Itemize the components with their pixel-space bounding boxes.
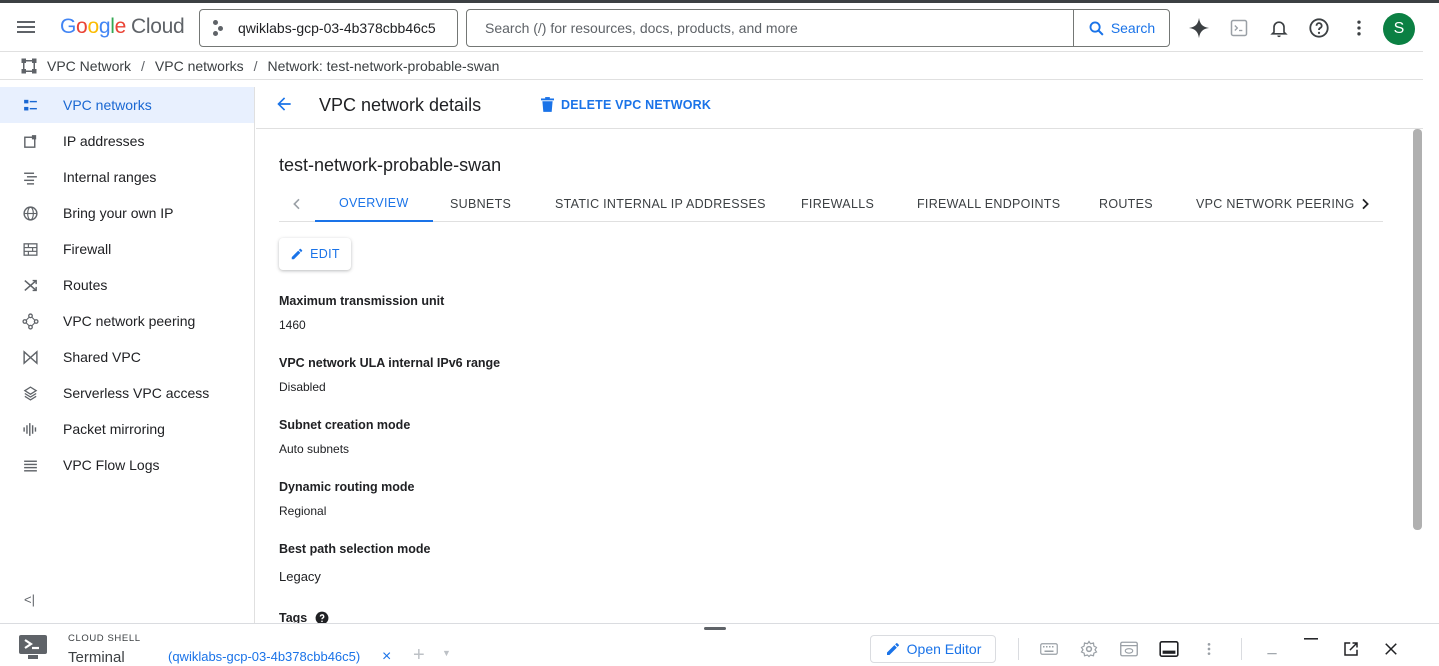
divider <box>1018 638 1019 660</box>
more-vert-icon[interactable] <box>1199 640 1219 658</box>
firewall-icon <box>23 243 38 256</box>
add-tab-button[interactable]: + <box>413 644 425 666</box>
restore-icon[interactable] <box>1301 634 1321 652</box>
cloud-shell-title: Terminal <box>68 649 125 666</box>
page-header: VPC network details DELETE VPC NETWORK <box>256 80 1423 129</box>
tab-routes[interactable]: ROUTES <box>1099 186 1153 221</box>
serverless-icon <box>23 386 38 401</box>
property-subnet-creation-mode: Subnet creation mode Auto subnets <box>279 418 411 456</box>
tab-firewall-endpoints[interactable]: FIREWALL ENDPOINTS <box>917 186 1060 221</box>
peering-icon <box>22 313 39 330</box>
breadcrumb-current-name: test-network-probable-swan <box>326 57 500 74</box>
vpc-network-icon <box>21 58 37 73</box>
property-tags: Tags <box>279 611 329 623</box>
sidebar-item-ip-addresses[interactable]: IP addresses <box>0 123 254 159</box>
property-mtu: Maximum transmission unit 1460 <box>279 294 445 332</box>
help-icon[interactable] <box>1307 16 1331 40</box>
routes-icon <box>24 279 37 292</box>
flow-logs-icon <box>24 460 37 472</box>
project-name: qwiklabs-gcp-03-4b378cbb46c5 <box>238 20 436 36</box>
sidebar-item-vpc-network-peering[interactable]: VPC network peering <box>0 303 254 339</box>
close-tab-icon[interactable]: × <box>382 648 391 666</box>
sidebar-item-bring-your-own-ip[interactable]: Bring your own IP <box>0 195 254 231</box>
close-icon[interactable] <box>1381 640 1401 658</box>
help-icon[interactable] <box>315 611 329 623</box>
sidebar-item-routes[interactable]: Routes <box>0 267 254 303</box>
breadcrumb-current-prefix: Network: <box>267 57 323 74</box>
minimize-panel-icon[interactable] <box>1159 640 1179 658</box>
search-button[interactable]: Search <box>1073 10 1169 46</box>
minimize-icon[interactable] <box>1262 640 1282 658</box>
sidebar-item-serverless-vpc-access[interactable]: Serverless VPC access <box>0 375 254 411</box>
main-content: VPC network details DELETE VPC NETWORK t… <box>256 80 1423 623</box>
chevron-right-icon <box>1362 198 1369 209</box>
pencil-icon <box>291 248 303 260</box>
cloud-shell-bar: CLOUD SHELL Terminal (qwiklabs-gcp-03-4b… <box>0 623 1439 666</box>
tab-scroll-right-button[interactable] <box>1347 186 1383 221</box>
globe-icon <box>23 206 38 221</box>
tab-vpc-network-peering[interactable]: VPC NETWORK PEERING <box>1196 186 1355 221</box>
property-ula-ipv6-range: VPC network ULA internal IPv6 range Disa… <box>279 356 501 394</box>
back-arrow-icon[interactable] <box>274 94 294 114</box>
tab-static-internal-ip-addresses[interactable]: STATIC INTERNAL IP ADDRESSES <box>555 186 766 221</box>
pencil-icon <box>886 643 899 655</box>
terminal-tab[interactable]: (qwiklabs-gcp-03-4b378cbb46c5) <box>168 649 360 664</box>
open-editor-button[interactable]: Open Editor <box>870 635 996 663</box>
cloud-shell-logo-icon <box>19 635 47 659</box>
sidebar-item-vpc-flow-logs[interactable]: VPC Flow Logs <box>0 447 254 483</box>
shared-vpc-icon <box>23 350 38 365</box>
property-dynamic-routing-mode: Dynamic routing mode Regional <box>279 480 415 518</box>
project-icon <box>212 19 230 37</box>
avatar[interactable]: S <box>1383 13 1415 45</box>
collapse-sidebar-button[interactable]: <| <box>24 592 35 607</box>
chevron-left-icon <box>293 198 300 209</box>
divider <box>1241 638 1242 660</box>
tab-subnets[interactable]: SUBNETS <box>450 186 511 221</box>
sidebar-item-vpc-networks[interactable]: VPC networks <box>0 87 254 123</box>
breadcrumb-vpc-network[interactable]: VPC Network <box>47 58 131 74</box>
keyboard-icon[interactable] <box>1039 640 1059 658</box>
resize-handle[interactable] <box>704 627 726 630</box>
sidebar-item-shared-vpc[interactable]: Shared VPC <box>0 339 254 375</box>
top-bar: Google Cloud qwiklabs-gcp-03-4b378cbb46c5… <box>0 3 1439 51</box>
sidebar-item-packet-mirroring[interactable]: Packet mirroring <box>0 411 254 447</box>
sidebar: VPC networks IP addresses Internal range… <box>0 87 255 623</box>
ip-addresses-icon <box>24 135 37 148</box>
settings-icon[interactable] <box>1079 640 1099 658</box>
search-icon <box>1089 21 1104 36</box>
open-in-new-window-icon[interactable] <box>1341 640 1361 658</box>
tab-overview[interactable]: OVERVIEW <box>315 186 433 222</box>
breadcrumb-separator: / <box>141 57 145 74</box>
internal-ranges-icon <box>24 172 37 185</box>
search-input[interactable]: Search (/) for resources, docs, products… <box>467 20 1073 36</box>
trash-icon <box>541 97 554 112</box>
tab-bar: OVERVIEW SUBNETS STATIC INTERNAL IP ADDR… <box>279 186 1383 222</box>
cloud-shell-icon[interactable] <box>1227 16 1251 40</box>
search-box[interactable]: Search (/) for resources, docs, products… <box>466 9 1170 47</box>
packet-mirroring-icon <box>23 423 37 436</box>
breadcrumb-vpc-networks[interactable]: VPC networks <box>155 58 244 74</box>
tab-scroll-left-button[interactable] <box>279 186 315 221</box>
google-cloud-logo[interactable]: Google Cloud <box>60 15 185 39</box>
chevron-down-icon[interactable]: ▼ <box>442 648 451 658</box>
breadcrumb-separator: / <box>253 57 258 74</box>
web-preview-icon[interactable] <box>1119 640 1139 658</box>
delete-vpc-network-button[interactable]: DELETE VPC NETWORK <box>541 97 711 112</box>
sidebar-item-internal-ranges[interactable]: Internal ranges <box>0 159 254 195</box>
gemini-icon[interactable] <box>1187 16 1211 40</box>
more-vert-icon[interactable] <box>1347 16 1371 40</box>
breadcrumb: VPC Network / VPC networks / Network: te… <box>0 51 1423 80</box>
network-name: test-network-probable-swan <box>279 155 502 175</box>
tab-firewalls[interactable]: FIREWALLS <box>801 186 874 221</box>
menu-icon[interactable] <box>14 16 38 38</box>
cloud-shell-caption: CLOUD SHELL <box>68 633 141 644</box>
scrollbar[interactable] <box>1413 129 1422 530</box>
notifications-icon[interactable] <box>1267 16 1291 40</box>
property-best-path-selection-mode: Best path selection mode Legacy <box>279 542 431 584</box>
vpc-networks-icon <box>24 99 37 111</box>
project-picker[interactable]: qwiklabs-gcp-03-4b378cbb46c5 <box>199 9 458 47</box>
page-title: VPC network details <box>319 95 482 115</box>
edit-button[interactable]: EDIT <box>279 238 351 270</box>
sidebar-item-firewall[interactable]: Firewall <box>0 231 254 267</box>
